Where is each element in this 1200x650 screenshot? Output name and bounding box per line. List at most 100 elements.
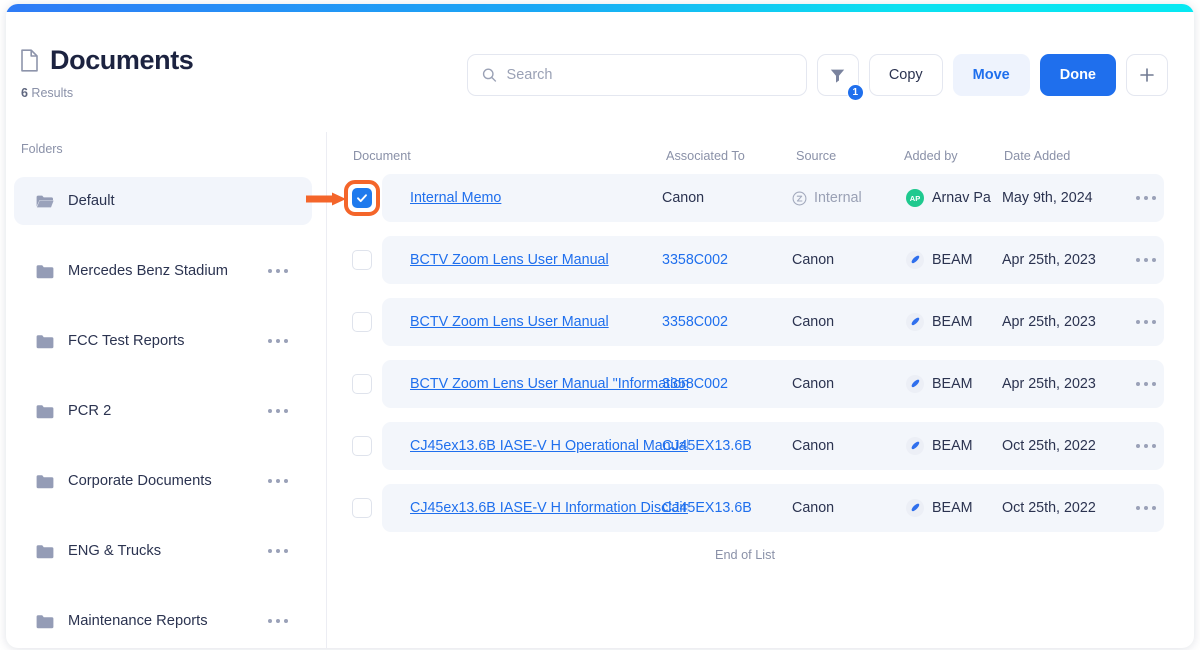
folder-label: Default xyxy=(68,193,115,209)
folders-label: Folders xyxy=(21,142,63,156)
folder-menu-button[interactable] xyxy=(266,473,290,489)
top-gradient-bar xyxy=(6,4,1194,12)
row-menu-button[interactable] xyxy=(1126,298,1166,346)
row-menu-button[interactable] xyxy=(1126,484,1166,532)
filter-badge: 1 xyxy=(846,84,864,101)
document-link[interactable]: BCTV Zoom Lens User Manual xyxy=(410,252,609,268)
search-input[interactable] xyxy=(506,67,792,83)
folder-menu-button[interactable] xyxy=(266,543,290,559)
cell-associated-to[interactable]: 3358C002 xyxy=(662,298,774,346)
row-checkbox-wrapper[interactable] xyxy=(352,436,372,456)
add-document-button[interactable] xyxy=(1126,54,1168,96)
source-label: Canon xyxy=(792,500,835,516)
move-button[interactable]: Move xyxy=(952,54,1030,96)
sidebar-item-mercedes-benz-stadium[interactable]: Mercedes Benz Stadium xyxy=(14,247,312,295)
source-label: Canon xyxy=(792,438,835,454)
sidebar-item-default[interactable]: Default xyxy=(14,177,312,225)
row-checkbox-wrapper[interactable] xyxy=(352,498,372,518)
done-button[interactable]: Done xyxy=(1039,54,1116,96)
document-link[interactable]: CJ45ex13.6B IASE-V H Information Disclai… xyxy=(410,500,688,516)
row-checkbox[interactable] xyxy=(352,188,372,208)
row-checkbox[interactable] xyxy=(352,436,372,456)
table-row[interactable]: Internal Memo Canon Internal AP Arnav Pa May … xyxy=(306,174,1194,222)
row-menu-button[interactable] xyxy=(1126,236,1166,284)
annotation-arrow xyxy=(306,192,348,206)
folder-menu-button[interactable] xyxy=(266,403,290,419)
toolbar: 1 Copy Move Done xyxy=(466,54,1168,101)
filter-button[interactable]: 1 xyxy=(816,54,864,101)
cell-added-by: BEAM xyxy=(906,484,1016,532)
row-menu-button[interactable] xyxy=(1126,174,1166,222)
cell-associated-to[interactable]: CJ45EX13.6B xyxy=(662,422,774,470)
added-by-label: Arnav Pa xyxy=(932,190,991,206)
column-header-added-by: Added by xyxy=(904,149,958,163)
row-menu-icon xyxy=(1134,438,1158,454)
beam-source-icon xyxy=(906,437,924,455)
folder-label: Corporate Documents xyxy=(68,473,212,489)
folder-label: Maintenance Reports xyxy=(68,613,208,629)
cell-associated-to[interactable]: 3358C002 xyxy=(662,360,774,408)
added-by-label: BEAM xyxy=(932,376,973,392)
row-checkbox[interactable] xyxy=(352,498,372,518)
row-menu-button[interactable] xyxy=(1126,360,1166,408)
cell-associated-to[interactable]: CJ45EX13.6B xyxy=(662,484,774,532)
document-link[interactable]: CJ45ex13.6B IASE-V H Operational Manual xyxy=(410,438,688,454)
sidebar-item-corporate-documents[interactable]: Corporate Documents xyxy=(14,457,312,505)
document-link[interactable]: Internal Memo xyxy=(410,190,501,206)
cell-source: Canon xyxy=(792,484,910,532)
search-icon xyxy=(482,68,496,82)
table-row[interactable]: BCTV Zoom Lens User Manual 3358C002 Canon B… xyxy=(326,298,1194,346)
folder-open-icon xyxy=(36,195,54,207)
sidebar-item-fcc-test-reports[interactable]: FCC Test Reports xyxy=(14,317,312,365)
search-box[interactable] xyxy=(466,54,807,96)
sidebar-item-eng-trucks[interactable]: ENG & Trucks xyxy=(14,527,312,575)
cell-source: Internal xyxy=(792,174,910,222)
row-checkbox[interactable] xyxy=(352,250,372,270)
results-count-number: 6 xyxy=(21,86,28,100)
folders-sidebar: Folders Default Mercedes Benz Stadium FCC … xyxy=(6,132,320,648)
row-checkbox-wrapper[interactable] xyxy=(352,250,372,270)
folder-icon xyxy=(36,614,54,628)
table-row[interactable]: CJ45ex13.6B IASE-V H Operational Manual C… xyxy=(326,422,1194,470)
document-link[interactable]: BCTV Zoom Lens User Manual "Information … xyxy=(410,376,688,392)
column-header-source: Source xyxy=(796,149,837,163)
beam-source-icon xyxy=(906,375,924,393)
folder-menu-button[interactable] xyxy=(266,333,290,349)
row-checkbox[interactable] xyxy=(352,374,372,394)
row-menu-icon xyxy=(266,333,290,349)
row-checkbox[interactable] xyxy=(352,312,372,332)
folder-icon xyxy=(36,334,54,348)
table-row[interactable]: BCTV Zoom Lens User Manual "Information … xyxy=(326,360,1194,408)
sidebar-item-pcr-2[interactable]: PCR 2 xyxy=(14,387,312,435)
sidebar-item-maintenance-reports[interactable]: Maintenance Reports xyxy=(14,597,312,645)
cell-date-added: Oct 25th, 2022 xyxy=(1002,438,1096,454)
folder-list: Default Mercedes Benz Stadium FCC Test Rep… xyxy=(6,177,320,648)
row-checkbox-wrapper[interactable] xyxy=(352,374,372,394)
results-count-suffix: Results xyxy=(27,86,74,100)
cell-date-added: Oct 25th, 2022 xyxy=(1002,500,1096,516)
avatar: AP xyxy=(906,189,924,207)
table-row[interactable]: BCTV Zoom Lens User Manual 3358C002 Canon B… xyxy=(326,236,1194,284)
folder-label: FCC Test Reports xyxy=(68,333,185,349)
table-row[interactable]: CJ45ex13.6B IASE-V H Information Disclai… xyxy=(326,484,1194,532)
row-menu-icon xyxy=(266,543,290,559)
column-header-associated-to: Associated To xyxy=(666,149,745,163)
folder-icon xyxy=(36,404,54,418)
table-header-row: Document Associated To Source Added by D… xyxy=(326,132,1194,174)
cell-associated-to[interactable]: 3358C002 xyxy=(662,236,774,284)
folder-menu-button[interactable] xyxy=(266,263,290,279)
row-menu-button[interactable] xyxy=(1126,422,1166,470)
column-header-document: Document xyxy=(353,149,411,163)
folder-label: ENG & Trucks xyxy=(68,543,162,559)
folder-icon xyxy=(36,264,54,278)
row-checkbox-wrapper[interactable] xyxy=(306,180,380,216)
document-link[interactable]: BCTV Zoom Lens User Manual xyxy=(410,314,609,330)
folder-icon xyxy=(36,544,54,558)
cell-added-by: BEAM xyxy=(906,360,1016,408)
checkmark-icon xyxy=(357,194,367,203)
cell-date-added: May 9th, 2024 xyxy=(1002,190,1093,206)
row-checkbox-wrapper[interactable] xyxy=(352,312,372,332)
folder-menu-button[interactable] xyxy=(266,613,290,629)
column-header-date-added: Date Added xyxy=(1004,149,1071,163)
copy-button[interactable]: Copy xyxy=(868,54,943,96)
